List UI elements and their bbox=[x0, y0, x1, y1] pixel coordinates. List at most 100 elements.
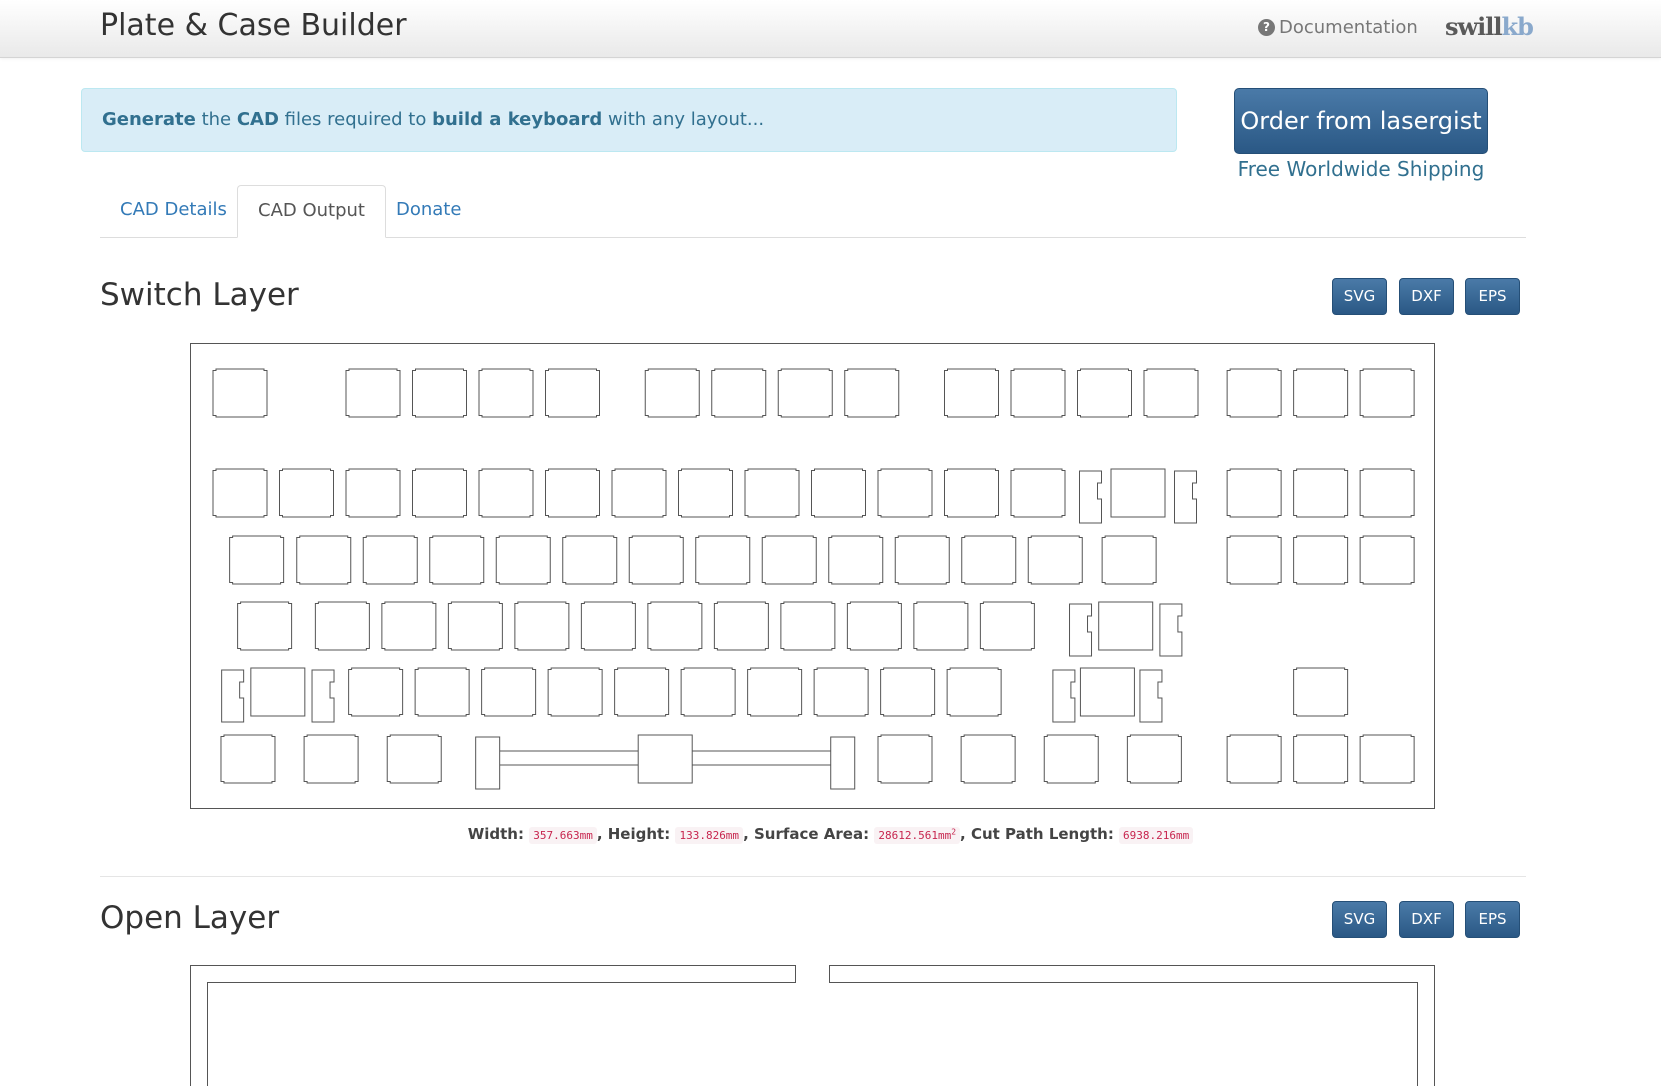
shipping-note: Free Worldwide Shipping bbox=[1237, 157, 1485, 181]
documentation-link[interactable]: ? Documentation bbox=[1258, 17, 1418, 38]
switch-cutout bbox=[547, 667, 603, 717]
switch-cutout bbox=[1010, 368, 1066, 418]
switch-cutout bbox=[1359, 535, 1415, 585]
area-value: 28612.561mm2 bbox=[874, 827, 961, 844]
switch-cutout bbox=[844, 368, 900, 418]
switch-cutout bbox=[1359, 368, 1415, 418]
switch-cutout bbox=[345, 368, 401, 418]
switch-cutout bbox=[279, 468, 334, 518]
switch-cutout bbox=[212, 468, 268, 518]
switch-cutout bbox=[811, 468, 866, 518]
switch-cutout bbox=[303, 734, 359, 784]
switch-cutout bbox=[514, 601, 570, 651]
tab-donate[interactable]: Donate bbox=[376, 185, 481, 237]
switch-cutout bbox=[412, 368, 467, 418]
switch-cutout bbox=[345, 468, 401, 518]
switch-cutout bbox=[362, 535, 418, 585]
tab-cad-details[interactable]: CAD Details bbox=[100, 185, 247, 237]
top-navbar: Plate & Case Builder ? Documentation swil… bbox=[0, 0, 1661, 58]
switch-cutout bbox=[678, 468, 733, 518]
switch-cutout bbox=[628, 535, 684, 585]
switch-cutout bbox=[1293, 667, 1349, 717]
documentation-label: Documentation bbox=[1279, 17, 1418, 38]
open-eps-button[interactable]: EPS bbox=[1465, 901, 1520, 938]
switch-layer-title: Switch Layer bbox=[100, 277, 299, 313]
switch-cutout bbox=[412, 468, 467, 518]
spacebar-cutout bbox=[475, 734, 856, 790]
width-value: 357.663mm bbox=[529, 827, 597, 844]
stabilizer-cutout bbox=[1079, 468, 1197, 524]
height-value: 133.826mm bbox=[675, 827, 744, 844]
switch-dxf-button[interactable]: DXF bbox=[1399, 278, 1454, 315]
open-layer-drawing bbox=[190, 965, 1435, 1086]
switch-cutout bbox=[545, 368, 600, 418]
switch-cutout bbox=[1293, 468, 1349, 518]
switch-cutout bbox=[1293, 734, 1349, 784]
switch-cutout bbox=[1226, 535, 1282, 585]
switch-cutout bbox=[1359, 468, 1415, 518]
switch-cutout bbox=[877, 734, 933, 784]
app-title[interactable]: Plate & Case Builder bbox=[100, 8, 407, 43]
switch-cutout bbox=[813, 667, 869, 717]
swillkb-logo[interactable]: swillkb bbox=[1445, 12, 1534, 41]
open-svg-button[interactable]: SVG bbox=[1332, 901, 1387, 938]
switch-eps-button[interactable]: EPS bbox=[1465, 278, 1520, 315]
switch-cutout bbox=[447, 601, 503, 651]
switch-cutout bbox=[695, 535, 751, 585]
switch-cutout bbox=[429, 535, 485, 585]
switch-cutout bbox=[478, 368, 534, 418]
stabilizer-cutout bbox=[221, 667, 335, 723]
switch-cutout bbox=[1043, 734, 1099, 784]
switch-cutout bbox=[780, 601, 836, 651]
switch-cutout bbox=[614, 667, 670, 717]
switch-cutout bbox=[1143, 368, 1199, 418]
switch-cutout bbox=[647, 601, 703, 651]
switch-cutout bbox=[960, 734, 1016, 784]
order-lasergist-button[interactable]: Order from lasergist bbox=[1234, 88, 1488, 154]
switch-cutout bbox=[229, 535, 285, 585]
switch-cutout bbox=[562, 535, 618, 585]
open-layer-title: Open Layer bbox=[100, 900, 280, 936]
switch-cutout bbox=[777, 368, 833, 418]
switch-svg-button[interactable]: SVG bbox=[1332, 278, 1387, 315]
switch-cutout bbox=[961, 535, 1017, 585]
stabilizer-cutout bbox=[1052, 667, 1163, 723]
switch-cutout bbox=[495, 535, 551, 585]
tab-cad-output[interactable]: CAD Output bbox=[237, 185, 386, 238]
switch-cutout bbox=[348, 667, 404, 717]
switch-cutout bbox=[944, 468, 999, 518]
switch-cutout bbox=[478, 468, 534, 518]
switch-cutout bbox=[913, 601, 969, 651]
tab-bar: CAD Details CAD Output Donate bbox=[100, 185, 1526, 238]
switch-layer-preview bbox=[190, 343, 1435, 809]
switch-cutout bbox=[545, 468, 600, 518]
switch-cutout bbox=[1293, 368, 1349, 418]
switch-cutout bbox=[1101, 535, 1157, 585]
switch-cutout bbox=[1226, 368, 1282, 418]
switch-layer-drawing bbox=[212, 368, 1415, 790]
switch-cutout bbox=[1359, 734, 1415, 784]
switch-cutout bbox=[1010, 468, 1066, 518]
switch-cutout bbox=[644, 368, 700, 418]
question-circle-icon: ? bbox=[1258, 19, 1275, 36]
switch-cutout bbox=[414, 667, 470, 717]
switch-cutout bbox=[880, 667, 936, 717]
section-divider bbox=[100, 876, 1526, 877]
switch-cutout bbox=[580, 601, 636, 651]
switch-cutout bbox=[747, 667, 803, 717]
switch-cutout bbox=[386, 734, 442, 784]
open-dxf-button[interactable]: DXF bbox=[1399, 901, 1454, 938]
cut-length-value: 6938.216mm bbox=[1119, 827, 1194, 844]
switch-cutout bbox=[713, 601, 769, 651]
switch-cutout bbox=[1293, 535, 1349, 585]
switch-cutout bbox=[946, 667, 1002, 717]
switch-cutout bbox=[481, 667, 537, 717]
switch-cutout bbox=[381, 601, 437, 651]
switch-cutout bbox=[1027, 535, 1083, 585]
stabilizer-cutout bbox=[1069, 601, 1183, 657]
switch-cutout bbox=[979, 601, 1035, 651]
switch-cutout bbox=[894, 535, 950, 585]
switch-cutout bbox=[1126, 734, 1182, 784]
switch-cutout bbox=[846, 601, 902, 651]
switch-cutout bbox=[611, 468, 667, 518]
